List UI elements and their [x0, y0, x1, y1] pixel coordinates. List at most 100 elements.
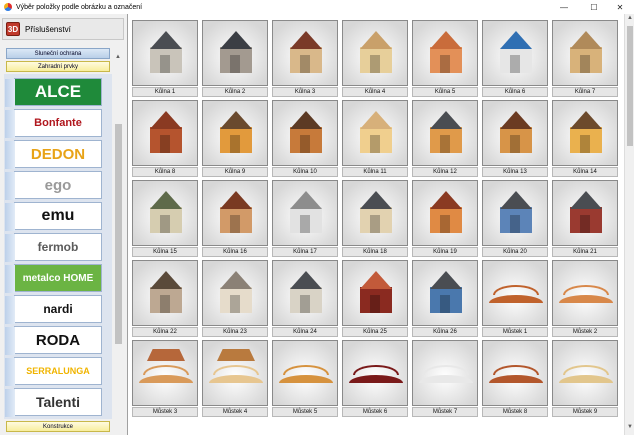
- item-thumbnail[interactable]: [412, 20, 478, 86]
- item-thumbnail[interactable]: [342, 180, 408, 246]
- item-thumbnail[interactable]: [132, 100, 198, 166]
- item-tile[interactable]: Kůlna 6: [482, 20, 548, 100]
- item-thumbnail[interactable]: [412, 100, 478, 166]
- item-tile[interactable]: Kůlna 22: [132, 260, 198, 340]
- item-thumbnail[interactable]: [202, 260, 268, 326]
- item-thumbnail[interactable]: [202, 20, 268, 86]
- item-tile[interactable]: Můstek 9: [552, 340, 618, 420]
- item-thumbnail[interactable]: [482, 100, 548, 166]
- item-tile[interactable]: Kůlna 9: [202, 100, 268, 180]
- item-thumbnail[interactable]: [272, 340, 338, 406]
- item-tile[interactable]: Můstek 2: [552, 260, 618, 340]
- item-thumbnail[interactable]: [202, 100, 268, 166]
- item-tile[interactable]: Kůlna 21: [552, 180, 618, 260]
- item-thumbnail[interactable]: [482, 180, 548, 246]
- item-thumbnail[interactable]: [342, 340, 408, 406]
- item-thumbnail[interactable]: [482, 260, 548, 326]
- item-thumbnail[interactable]: [412, 260, 478, 326]
- item-tile[interactable]: Kůlna 7: [552, 20, 618, 100]
- item-tile[interactable]: Můstek 5: [272, 340, 338, 420]
- scroll-down-icon[interactable]: ▼: [627, 424, 633, 430]
- category-konstrukce[interactable]: Konstrukce: [6, 421, 110, 432]
- item-thumbnail[interactable]: [272, 180, 338, 246]
- item-tile[interactable]: Můstek 6: [342, 340, 408, 420]
- item-thumbnail[interactable]: [272, 20, 338, 86]
- item-tile[interactable]: Kůlna 5: [412, 20, 478, 100]
- scrollbar-thumb[interactable]: [115, 124, 122, 344]
- item-thumbnail[interactable]: [132, 20, 198, 86]
- item-thumbnail[interactable]: [482, 340, 548, 406]
- item-thumbnail[interactable]: [552, 20, 618, 86]
- item-thumbnail[interactable]: [132, 180, 198, 246]
- category-zahradni-prvky[interactable]: Zahradní prvky: [6, 61, 110, 72]
- item-tile[interactable]: Kůlna 12: [412, 100, 478, 180]
- grid-scrollbar[interactable]: ▲ ▼: [624, 14, 634, 435]
- item-tile[interactable]: Kůlna 17: [272, 180, 338, 260]
- item-tile[interactable]: Kůlna 2: [202, 20, 268, 100]
- brand-item[interactable]: ALCE: [5, 78, 102, 107]
- shed-image: [496, 111, 536, 157]
- item-thumbnail[interactable]: [202, 340, 268, 406]
- item-thumbnail[interactable]: [412, 180, 478, 246]
- item-tile[interactable]: Kůlna 13: [482, 100, 548, 180]
- item-tile[interactable]: Kůlna 10: [272, 100, 338, 180]
- brand-item[interactable]: fermob: [5, 233, 102, 262]
- bridge-image: [559, 283, 613, 309]
- brand-item[interactable]: Talenti: [5, 388, 102, 417]
- item-thumbnail[interactable]: [272, 260, 338, 326]
- item-label: Kůlna 22: [132, 327, 198, 337]
- close-button[interactable]: ✕: [606, 0, 634, 14]
- brand-item[interactable]: nardi: [5, 295, 102, 324]
- brand-item[interactable]: metalco HOME: [5, 264, 102, 293]
- item-thumbnail[interactable]: [482, 20, 548, 86]
- brand-item[interactable]: RODA: [5, 326, 102, 355]
- item-thumbnail[interactable]: [132, 340, 198, 406]
- item-thumbnail[interactable]: [202, 180, 268, 246]
- item-tile[interactable]: Kůlna 26: [412, 260, 478, 340]
- item-tile[interactable]: Můstek 8: [482, 340, 548, 420]
- brand-item[interactable]: SERRALUNGA: [5, 357, 102, 386]
- item-tile[interactable]: Kůlna 24: [272, 260, 338, 340]
- item-thumbnail[interactable]: [342, 100, 408, 166]
- brand-item[interactable]: ego: [5, 171, 102, 200]
- brand-item[interactable]: DEDON: [5, 140, 102, 169]
- scroll-up-icon[interactable]: ▲: [627, 15, 633, 21]
- item-thumbnail[interactable]: [342, 20, 408, 86]
- item-thumbnail[interactable]: [412, 340, 478, 406]
- item-thumbnail[interactable]: [342, 260, 408, 326]
- item-tile[interactable]: Můstek 4: [202, 340, 268, 420]
- item-tile[interactable]: Kůlna 1: [132, 20, 198, 100]
- scroll-up-icon[interactable]: ▲: [115, 54, 121, 60]
- item-thumbnail[interactable]: [552, 260, 618, 326]
- item-tile[interactable]: Kůlna 25: [342, 260, 408, 340]
- maximize-button[interactable]: ☐: [580, 0, 608, 14]
- item-tile[interactable]: Můstek 3: [132, 340, 198, 420]
- item-label: Kůlna 15: [132, 247, 198, 257]
- item-thumbnail[interactable]: [552, 100, 618, 166]
- category-slunecni-ochrana[interactable]: Sluneční ochrana: [6, 48, 110, 59]
- item-tile[interactable]: Můstek 7: [412, 340, 478, 420]
- item-thumbnail[interactable]: [552, 340, 618, 406]
- brand-item[interactable]: emu: [5, 202, 102, 231]
- item-tile[interactable]: Kůlna 19: [412, 180, 478, 260]
- scrollbar-thumb[interactable]: [627, 26, 633, 146]
- item-tile[interactable]: Kůlna 18: [342, 180, 408, 260]
- item-thumbnail[interactable]: [272, 100, 338, 166]
- item-label: Kůlna 14: [552, 167, 618, 177]
- shed-image: [286, 111, 326, 157]
- item-thumbnail[interactable]: [132, 260, 198, 326]
- item-tile[interactable]: Kůlna 8: [132, 100, 198, 180]
- minimize-button[interactable]: —: [550, 0, 578, 14]
- brand-item[interactable]: Bonfante: [5, 109, 102, 138]
- item-tile[interactable]: Kůlna 20: [482, 180, 548, 260]
- item-tile[interactable]: Kůlna 4: [342, 20, 408, 100]
- item-tile[interactable]: Kůlna 3: [272, 20, 338, 100]
- item-tile[interactable]: Kůlna 15: [132, 180, 198, 260]
- item-tile[interactable]: Kůlna 23: [202, 260, 268, 340]
- item-thumbnail[interactable]: [552, 180, 618, 246]
- item-tile[interactable]: Kůlna 16: [202, 180, 268, 260]
- brand-list-scrollbar[interactable]: ▲: [114, 54, 123, 434]
- item-tile[interactable]: Můstek 1: [482, 260, 548, 340]
- item-tile[interactable]: Kůlna 14: [552, 100, 618, 180]
- item-tile[interactable]: Kůlna 11: [342, 100, 408, 180]
